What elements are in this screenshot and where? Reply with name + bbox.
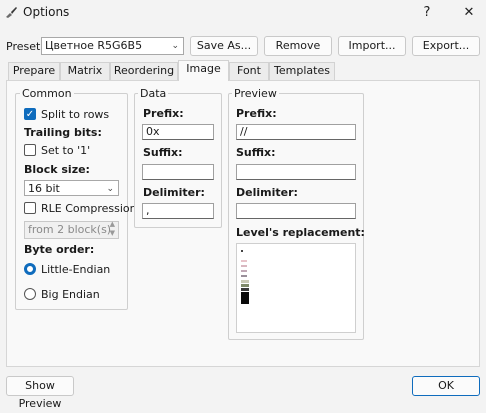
remove-button[interactable]: Remove xyxy=(264,36,332,56)
tab-matrix[interactable]: Matrix xyxy=(60,62,110,80)
set-to-1-checkbox[interactable] xyxy=(24,144,36,156)
help-button[interactable]: ? xyxy=(416,3,438,23)
preview-suffix-label: Suffix: xyxy=(236,146,276,159)
little-endian-radio[interactable] xyxy=(24,263,36,275)
trailing-bits-label: Trailing bits: xyxy=(24,126,102,139)
data-group-title: Data xyxy=(138,87,169,100)
show-preview-button[interactable]: Show Preview xyxy=(6,376,74,410)
preview-suffix-input[interactable] xyxy=(236,164,356,180)
split-to-rows-label: Split to rows xyxy=(41,108,110,121)
data-suffix-label: Suffix: xyxy=(143,146,183,159)
data-delimiter-label: Delimiter: xyxy=(143,186,205,199)
chevron-down-icon: ⌄ xyxy=(171,41,179,51)
split-to-rows-checkbox[interactable]: ✓ xyxy=(24,108,36,120)
levels-replacement-label: Level's replacement: xyxy=(236,226,365,239)
rle-from-value: from 2 block(s) xyxy=(28,223,112,236)
preview-prefix-input[interactable]: // xyxy=(236,124,356,140)
title-bar xyxy=(0,0,486,26)
tab-reordering[interactable]: Reordering xyxy=(110,62,178,80)
preview-prefix-label: Prefix: xyxy=(236,107,277,120)
data-prefix-input[interactable]: 0x xyxy=(142,124,214,140)
preset-select[interactable]: Цветное R5G6B5 ⌄ xyxy=(41,37,184,55)
data-prefix-label: Prefix: xyxy=(143,107,184,120)
preview-delimiter-label: Delimiter: xyxy=(236,186,298,199)
level-gradient-icon xyxy=(241,250,249,304)
set-to-1-label: Set to '1' xyxy=(41,144,91,157)
common-group-title: Common xyxy=(20,87,74,100)
data-delimiter-input[interactable]: , xyxy=(142,203,214,219)
tab-image[interactable]: Image xyxy=(178,60,229,81)
block-size-select[interactable]: 16 bit ⌄ xyxy=(24,180,119,196)
rle-compression-label: RLE Compression xyxy=(41,202,137,215)
preset-select-value: Цветное R5G6B5 xyxy=(45,39,143,52)
tab-font[interactable]: Font xyxy=(229,62,269,80)
block-size-value: 16 bit xyxy=(28,182,60,195)
export-button[interactable]: Export... xyxy=(412,36,480,56)
app-brush-icon xyxy=(6,7,17,18)
big-endian-label: Big Endian xyxy=(41,288,100,301)
close-button[interactable]: ✕ xyxy=(458,3,480,23)
spin-arrows-icon: ▲ ▼ xyxy=(109,220,115,237)
ok-button[interactable]: OK xyxy=(412,376,480,396)
little-endian-label: Little-Endian xyxy=(41,263,111,276)
window-title: Options xyxy=(23,5,70,19)
preview-delimiter-input[interactable] xyxy=(236,203,356,219)
tab-templates[interactable]: Templates xyxy=(269,62,335,80)
tab-prepare[interactable]: Prepare xyxy=(8,62,60,80)
rle-from-spinbox[interactable]: from 2 block(s) ▲ ▼ xyxy=(24,220,119,239)
preset-label: Preset: xyxy=(6,40,45,53)
preview-group-title: Preview xyxy=(232,87,279,100)
chevron-down-icon: ⌄ xyxy=(106,184,114,194)
block-size-label: Block size: xyxy=(24,163,90,176)
rle-compression-checkbox[interactable] xyxy=(24,202,36,214)
data-suffix-input[interactable] xyxy=(142,164,214,180)
import-button[interactable]: Import... xyxy=(338,36,406,56)
byte-order-label: Byte order: xyxy=(24,243,95,256)
levels-replacement-preview[interactable] xyxy=(236,243,356,333)
save-as-button[interactable]: Save As... xyxy=(190,36,258,56)
big-endian-radio[interactable] xyxy=(24,288,36,300)
